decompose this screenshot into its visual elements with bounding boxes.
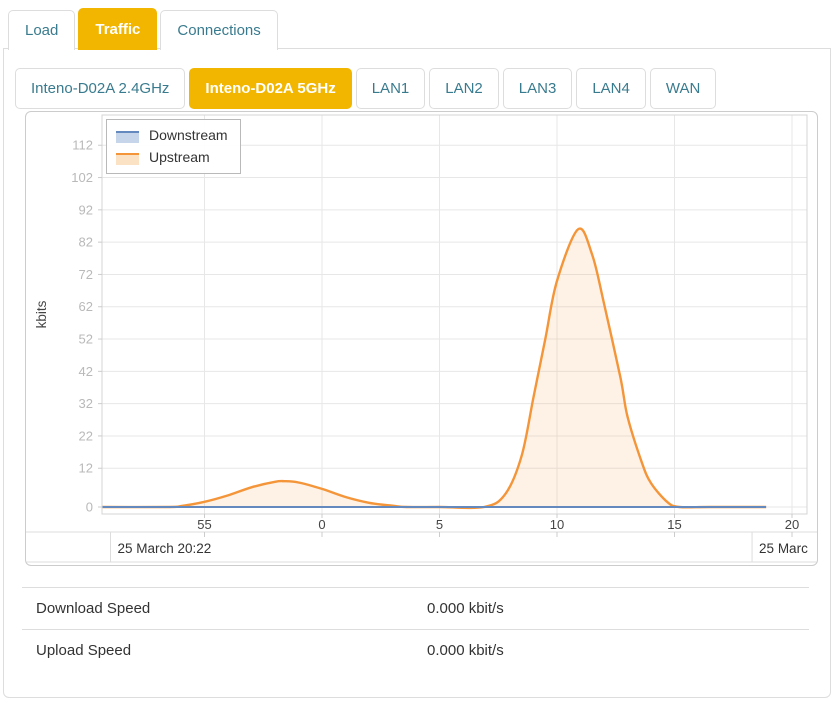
svg-text:12: 12: [79, 461, 93, 476]
svg-text:25 March 20:22: 25 March 20:22: [118, 541, 212, 556]
traffic-chart-card: 0 12 22 32 42 52 62 72 82 92 102 112 55 0 5 10 15 20 25 Ma…: [25, 111, 818, 566]
download-speed-value: 0.000 kbit/s: [427, 600, 809, 617]
tab-load[interactable]: Load: [8, 10, 75, 50]
upload-speed-row: Upload Speed 0.000 kbit/s: [22, 629, 809, 671]
svg-text:72: 72: [79, 267, 93, 282]
svg-text:112: 112: [72, 138, 93, 153]
traffic-chart-svg: 0 12 22 32 42 52 62 72 82 92 102 112 55 0 5 10 15 20 25 Ma…: [26, 112, 817, 565]
svg-text:55: 55: [197, 517, 211, 532]
downstream-swatch-icon: [116, 128, 139, 143]
svg-text:0: 0: [86, 500, 93, 515]
svg-text:15: 15: [667, 517, 681, 532]
device-tab-lan2[interactable]: LAN2: [429, 68, 499, 109]
svg-text:0: 0: [318, 517, 325, 532]
legend-item-downstream: Downstream: [116, 127, 228, 143]
svg-text:32: 32: [79, 396, 93, 411]
svg-text:22: 22: [79, 428, 93, 443]
device-tab-inteno-d02a-24ghz[interactable]: Inteno-D02A 2.4GHz: [15, 68, 185, 109]
traffic-page: Load Traffic Connections Inteno-D02A 2.4…: [0, 0, 834, 705]
svg-text:42: 42: [79, 364, 93, 379]
download-speed-label: Download Speed: [36, 600, 427, 617]
speed-stats: Download Speed 0.000 kbit/s Upload Speed…: [22, 587, 809, 671]
device-tab-lan4[interactable]: LAN4: [576, 68, 646, 109]
tab-traffic[interactable]: Traffic: [78, 8, 157, 50]
upload-speed-label: Upload Speed: [36, 642, 427, 659]
device-tab-lan1[interactable]: LAN1: [356, 68, 426, 109]
tab-content-panel: Inteno-D02A 2.4GHz Inteno-D02A 5GHz LAN1…: [3, 48, 831, 698]
svg-text:20: 20: [785, 517, 799, 532]
svg-text:62: 62: [79, 299, 93, 314]
legend-label-downstream: Downstream: [149, 127, 228, 143]
chart-legend: Downstream Upstream: [106, 119, 241, 174]
upstream-swatch-icon: [116, 150, 139, 165]
device-tab-wan[interactable]: WAN: [650, 68, 716, 109]
legend-item-upstream: Upstream: [116, 149, 228, 165]
legend-label-upstream: Upstream: [149, 149, 210, 165]
svg-text:52: 52: [79, 332, 93, 347]
device-tab-lan3[interactable]: LAN3: [503, 68, 573, 109]
download-speed-row: Download Speed 0.000 kbit/s: [22, 587, 809, 629]
svg-text:kbits: kbits: [34, 300, 49, 328]
svg-text:102: 102: [71, 170, 93, 185]
svg-text:82: 82: [79, 235, 93, 250]
svg-text:10: 10: [550, 517, 564, 532]
upload-speed-value: 0.000 kbit/s: [427, 642, 809, 659]
svg-text:92: 92: [79, 202, 93, 217]
svg-text:5: 5: [436, 517, 443, 532]
tab-connections[interactable]: Connections: [160, 10, 277, 50]
device-tab-inteno-d02a-5ghz[interactable]: Inteno-D02A 5GHz: [189, 68, 351, 109]
svg-text:25 Marc: 25 Marc: [759, 541, 808, 556]
primary-tabs: Load Traffic Connections: [8, 8, 281, 50]
device-tabs: Inteno-D02A 2.4GHz Inteno-D02A 5GHz LAN1…: [15, 68, 830, 109]
